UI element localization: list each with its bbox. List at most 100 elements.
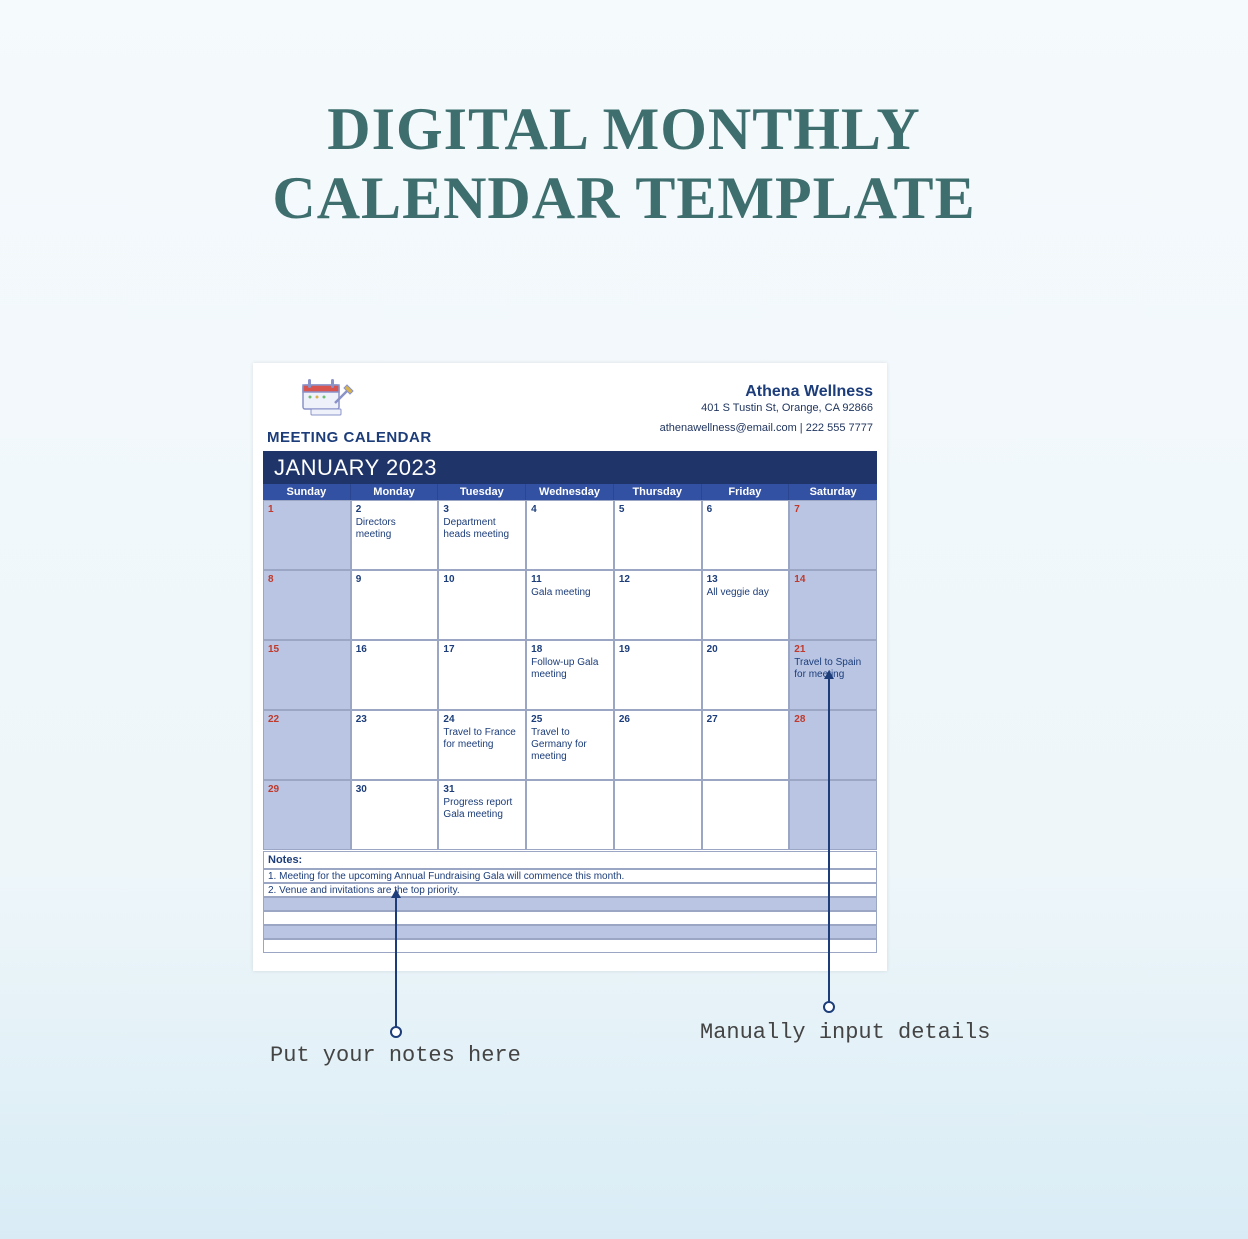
notes-title: Notes: [263,851,877,869]
day-number: 2 [356,504,434,515]
notes-line-4[interactable] [263,911,877,925]
calendar-event: Progress report Gala meeting [443,797,521,821]
calendar-event: Follow-up Gala meeting [531,657,609,681]
day-number: 16 [356,644,434,655]
callout-text-left: Put your notes here [270,1043,521,1068]
calendar-cell[interactable]: 12 [614,570,702,640]
callout-dot-left [390,1026,402,1038]
logo-title: MEETING CALENDAR [267,429,432,446]
day-header-sunday: Sunday [263,484,351,500]
day-number: 24 [443,714,521,725]
calendar-cell[interactable]: 15 [263,640,351,710]
day-number: 11 [531,574,609,585]
callout-line-right [828,678,830,1004]
calendar-cell[interactable]: 17 [438,640,526,710]
day-header-thursday: Thursday [614,484,702,500]
day-number: 8 [268,574,346,585]
calendar-cell[interactable]: 26 [614,710,702,780]
calendar-cell[interactable]: 14 [789,570,877,640]
calendar-cell[interactable]: 23 [351,710,439,780]
calendar-cell[interactable]: 5 [614,500,702,570]
calendar-event: Travel to Germany for meeting [531,727,609,763]
calendar-cell[interactable]: 28 [789,710,877,780]
company-address: 401 S Tustin St, Orange, CA 92866 [660,402,873,414]
calendar-cell[interactable]: 29 [263,780,351,850]
calendar-cell[interactable]: 20 [702,640,790,710]
company-name: Athena Wellness [660,383,873,401]
day-number: 18 [531,644,609,655]
day-number: 9 [356,574,434,585]
calendar-event: Directors meeting [356,517,434,541]
day-number: 15 [268,644,346,655]
day-number: 17 [443,644,521,655]
day-number: 4 [531,504,609,515]
day-header-saturday: Saturday [789,484,877,500]
day-header-wednesday: Wednesday [526,484,614,500]
calendar-event: Travel to France for meeting [443,727,521,751]
page-title: DIGITAL MONTHLY CALENDAR TEMPLATE [0,95,1248,233]
title-line-1: DIGITAL MONTHLY [327,96,920,162]
notes-line-6[interactable] [263,939,877,953]
notes-section: Notes: 1. Meeting for the upcoming Annua… [263,851,877,953]
calendar-template-card: MEETING CALENDAR Athena Wellness 401 S T… [253,363,887,971]
logo-block: MEETING CALENDAR [267,375,432,446]
notes-line-3[interactable] [263,897,877,911]
calendar-cell[interactable]: 6 [702,500,790,570]
calendar-grid: 12 Directors meeting3Department heads mee… [263,500,877,850]
calendar-cell[interactable]: 25 Travel to Germany for meeting [526,710,614,780]
day-number: 10 [443,574,521,585]
day-header-monday: Monday [351,484,439,500]
day-number: 7 [794,504,872,515]
day-header-row: Sunday Monday Tuesday Wednesday Thursday… [263,484,877,500]
month-title-bar: JANUARY 2023 [263,451,877,484]
day-number: 3 [443,504,521,515]
day-number: 30 [356,784,434,795]
calendar-event: Gala meeting [531,587,609,599]
callout-text-right: Manually input details [700,1020,990,1045]
calendar-cell[interactable] [614,780,702,850]
calendar-cell[interactable]: 16 [351,640,439,710]
calendar-cell[interactable]: 11 Gala meeting [526,570,614,640]
calendar-cell[interactable]: 8 [263,570,351,640]
calendar-cell[interactable]: 3Department heads meeting [438,500,526,570]
title-line-2: CALENDAR TEMPLATE [272,165,975,231]
day-number: 21 [794,644,872,655]
day-number: 23 [356,714,434,725]
day-number: 28 [794,714,872,725]
calendar-cell[interactable]: 9 [351,570,439,640]
day-number: 29 [268,784,346,795]
notes-line-2[interactable]: 2. Venue and invitations are the top pri… [263,883,877,897]
calendar-cell[interactable] [702,780,790,850]
day-number: 22 [268,714,346,725]
template-header: MEETING CALENDAR Athena Wellness 401 S T… [263,371,877,451]
calendar-logo-icon [297,375,357,423]
day-number: 31 [443,784,521,795]
calendar-cell[interactable]: 18 Follow-up Gala meeting [526,640,614,710]
calendar-cell[interactable]: 2 Directors meeting [351,500,439,570]
calendar-cell[interactable]: 4 [526,500,614,570]
calendar-cell[interactable]: 30 [351,780,439,850]
callout-dot-right [823,1001,835,1013]
calendar-cell[interactable]: 24 Travel to France for meeting [438,710,526,780]
notes-line-5[interactable] [263,925,877,939]
day-number: 13 [707,574,785,585]
day-number: 12 [619,574,697,585]
day-number: 6 [707,504,785,515]
calendar-cell[interactable]: 13All veggie day [702,570,790,640]
day-number: 25 [531,714,609,725]
calendar-cell[interactable] [789,780,877,850]
day-number: 27 [707,714,785,725]
calendar-cell[interactable]: 1 [263,500,351,570]
day-number: 14 [794,574,872,585]
calendar-cell[interactable]: 31 Progress report Gala meeting [438,780,526,850]
calendar-cell[interactable] [526,780,614,850]
calendar-cell[interactable]: 22 [263,710,351,780]
calendar-cell[interactable]: 19 [614,640,702,710]
day-number: 26 [619,714,697,725]
notes-line-1[interactable]: 1. Meeting for the upcoming Annual Fundr… [263,869,877,883]
calendar-cell[interactable]: 7 [789,500,877,570]
day-number: 1 [268,504,346,515]
calendar-cell[interactable]: 10 [438,570,526,640]
company-contact: athenawellness@email.com | 222 555 7777 [660,422,873,434]
calendar-cell[interactable]: 27 [702,710,790,780]
